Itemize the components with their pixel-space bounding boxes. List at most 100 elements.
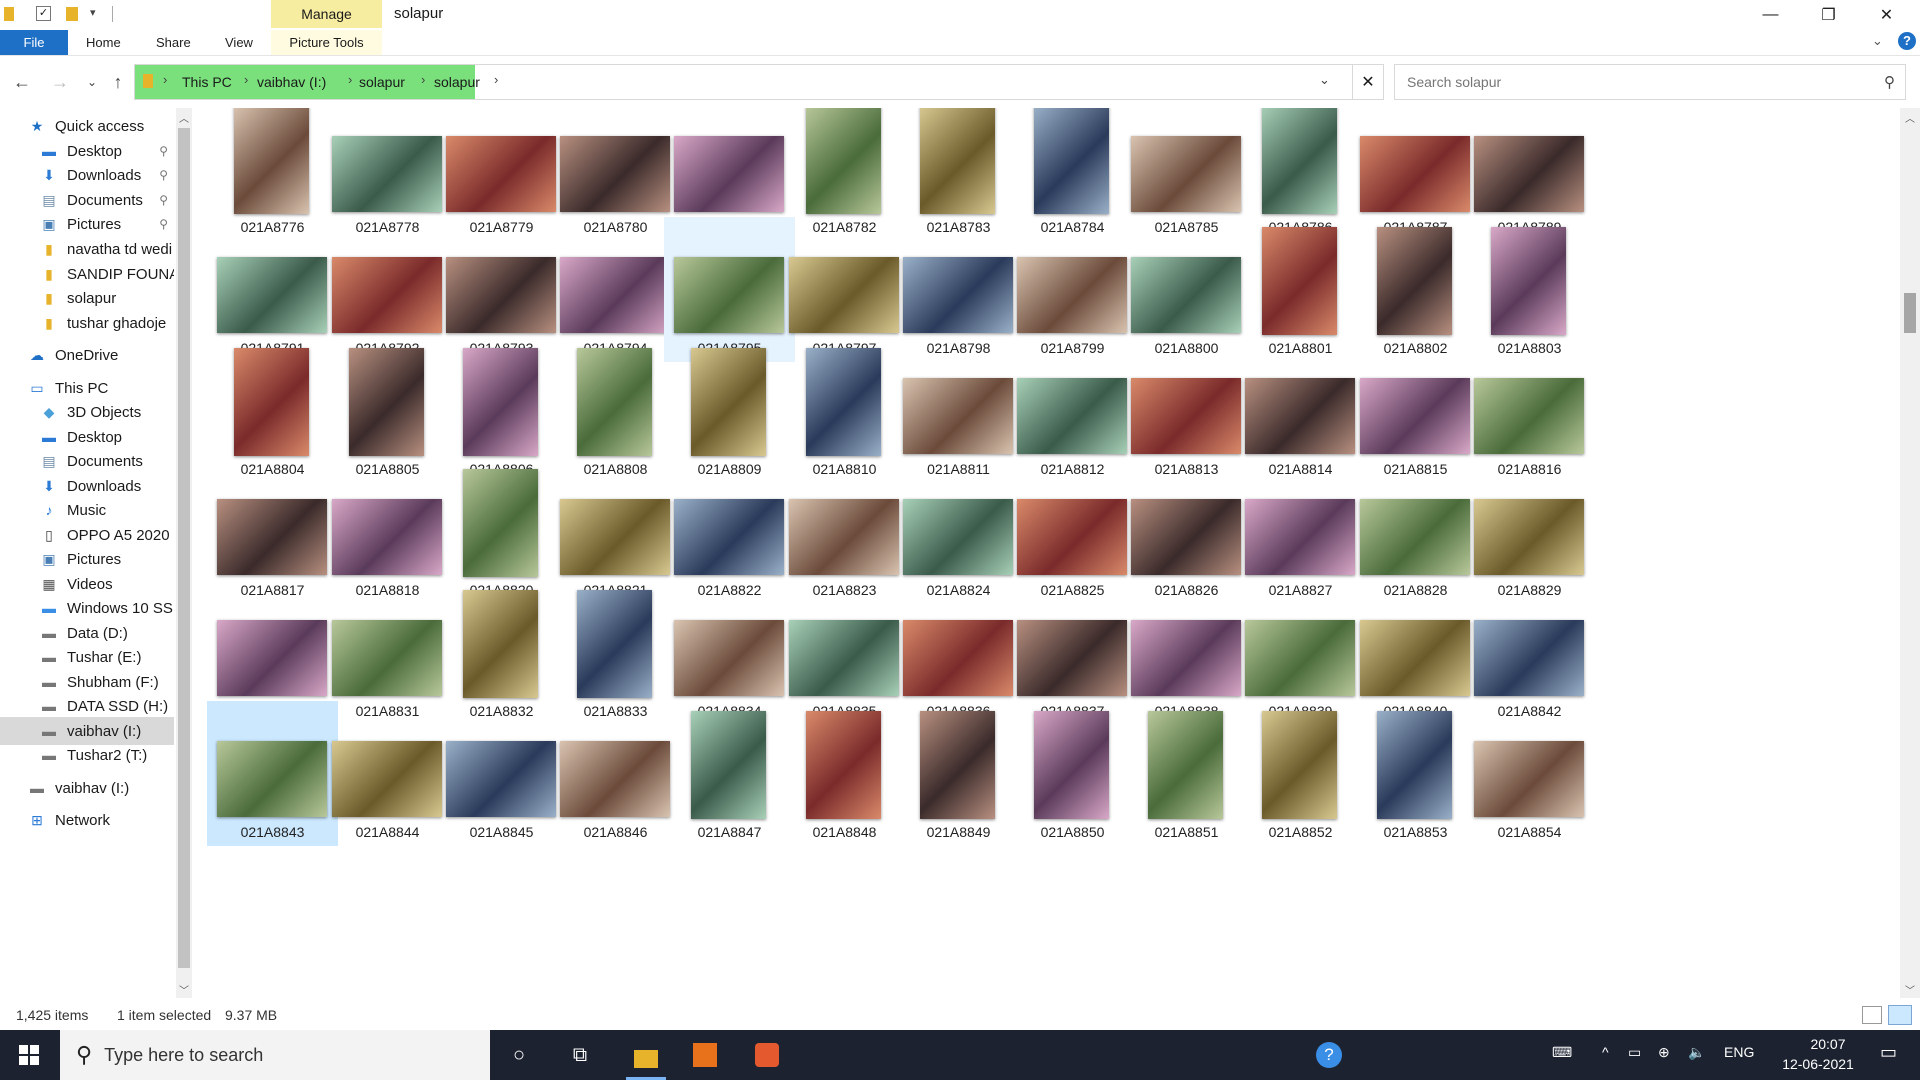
breadcrumb-solapur-current[interactable]: solapur — [434, 74, 480, 90]
chevron-up-icon[interactable]: ︿ — [1905, 110, 1915, 125]
help-icon[interactable]: ? — [1898, 32, 1916, 50]
tab-picture-tools[interactable]: Picture Tools — [271, 30, 382, 55]
sidebar-item[interactable]: ▮ tushar ghadoje — [0, 309, 174, 337]
image-thumbnail — [217, 741, 327, 817]
sidebar-item-label: Downloads — [67, 477, 142, 495]
help-app-icon[interactable]: ? — [1314, 1040, 1344, 1070]
notifications-icon[interactable]: ▭ — [1880, 1042, 1897, 1063]
file-item[interactable]: 021A8851 — [1121, 701, 1252, 846]
sidebar-item[interactable]: ▣ Pictures — [0, 545, 174, 573]
recent-locations-button[interactable]: ⌄ — [78, 68, 106, 96]
file-item[interactable]: 021A8854 — [1464, 701, 1595, 846]
properties-icon[interactable]: ✓ — [36, 6, 51, 21]
network-icon[interactable]: ⊕ — [1658, 1044, 1670, 1061]
back-button[interactable]: ← — [8, 68, 36, 96]
volume-icon[interactable]: 🔈 — [1688, 1044, 1705, 1061]
taskbar-search[interactable]: ⚲ Type here to search — [60, 1030, 490, 1080]
image-thumbnail — [1491, 227, 1566, 335]
language-indicator[interactable]: ENG — [1724, 1044, 1754, 1060]
details-view-icon[interactable] — [1862, 1006, 1882, 1024]
image-thumbnail — [1017, 257, 1127, 333]
sidebar-item[interactable]: ▮ solapur — [0, 284, 174, 312]
close-button[interactable]: ✕ — [1858, 0, 1915, 30]
search-input[interactable] — [1405, 73, 1859, 91]
sidebar-item[interactable]: ▬ vaibhav (I:) — [0, 774, 174, 802]
clear-address-button[interactable]: ✕ — [1352, 64, 1384, 100]
tab-share[interactable]: Share — [156, 30, 191, 55]
folder-icon: ▮ — [45, 289, 53, 306]
sidebar-item[interactable]: ♪ Music — [0, 496, 174, 524]
search-icon: ⚲ — [76, 1042, 93, 1067]
breadcrumb-this-pc[interactable]: This PC — [182, 74, 232, 90]
chevron-down-icon[interactable]: ﹀ — [1905, 982, 1915, 997]
file-explorer-taskbar-icon[interactable] — [626, 1040, 666, 1080]
file-item[interactable]: 021A8843 — [207, 701, 338, 846]
sidebar-item[interactable]: ▬ DATA SSD (H:) — [0, 692, 174, 720]
clock-date[interactable]: 12-06-2021 — [1768, 1056, 1868, 1072]
forward-button[interactable]: → — [46, 68, 74, 96]
clock-time[interactable]: 20:07 — [1788, 1036, 1868, 1052]
task-view-icon[interactable]: ⧉ — [565, 1040, 595, 1070]
file-item[interactable]: 021A8847 — [664, 701, 795, 846]
file-item[interactable]: 021A8849 — [893, 701, 1024, 846]
sidebar-item[interactable]: ▤ Documents — [0, 447, 174, 475]
new-folder-icon[interactable] — [66, 7, 78, 21]
file-item[interactable]: 021A8850 — [1007, 701, 1138, 846]
image-thumbnail — [560, 257, 670, 333]
sidebar-item-label: Pictures — [67, 215, 122, 233]
file-name: 021A8843 — [240, 824, 305, 840]
search-box[interactable]: ⚲ — [1394, 64, 1906, 100]
chevron-right-icon[interactable]: › — [494, 72, 498, 87]
file-item[interactable]: 021A8846 — [550, 701, 681, 846]
battery-icon[interactable]: ▭ — [1628, 1044, 1641, 1061]
chevron-up-icon[interactable]: ︿ — [179, 110, 189, 125]
app-taskbar-icon[interactable] — [752, 1040, 782, 1070]
show-hidden-icons-icon[interactable]: ^ — [1602, 1044, 1609, 1060]
sidebar-item[interactable]: ▬ Tushar2 (T:) — [0, 741, 174, 769]
sidebar-item[interactable]: ▬ Tushar (E:) — [0, 643, 174, 671]
up-button[interactable]: ↑ — [104, 68, 132, 96]
sidebar-item[interactable]: ▮ navatha td wedi — [0, 235, 174, 263]
tab-view[interactable]: View — [225, 30, 253, 55]
minimize-button[interactable]: — — [1742, 0, 1799, 30]
documents-icon: ▤ — [42, 452, 56, 469]
sidebar-item[interactable]: ▣ Pictures ⚲ — [0, 210, 174, 238]
chevron-down-icon[interactable]: ⌄ — [1319, 72, 1330, 88]
address-bar[interactable]: › This PC › vaibhav (I:) › solapur › sol… — [134, 64, 1384, 100]
sidebar-item[interactable]: ◆ 3D Objects — [0, 398, 174, 426]
sidebar-item[interactable]: ⬇ Downloads ⚲ — [0, 161, 174, 189]
file-name: 021A8845 — [469, 824, 534, 840]
search-icon[interactable]: ⚲ — [1884, 73, 1895, 91]
folder-icon[interactable] — [4, 7, 14, 21]
file-item[interactable]: 021A8853 — [1350, 701, 1481, 846]
cortana-icon[interactable]: ○ — [504, 1040, 534, 1070]
scrollbar-thumb[interactable] — [1904, 293, 1916, 333]
tab-home[interactable]: Home — [86, 30, 121, 55]
file-tab[interactable]: File — [0, 30, 68, 55]
file-grid-scrollbar[interactable]: ︿ ﹀ — [1900, 108, 1920, 998]
image-thumbnail — [1474, 741, 1584, 817]
keyboard-icon[interactable]: ⌨ — [1552, 1044, 1572, 1061]
breadcrumb-drive[interactable]: vaibhav (I:) — [257, 74, 326, 90]
breadcrumb-solapur[interactable]: solapur — [359, 74, 405, 90]
customize-toolbar-icon[interactable]: ▾ — [90, 6, 106, 22]
scrollbar-thumb[interactable] — [178, 128, 190, 968]
expand-ribbon-icon[interactable]: ⌄ — [1872, 33, 1883, 49]
large-icons-view-icon[interactable] — [1888, 1005, 1912, 1025]
start-button[interactable] — [14, 1040, 44, 1070]
manage-tab[interactable]: Manage — [271, 0, 382, 28]
file-item[interactable]: 021A8845 — [436, 701, 567, 846]
navigation-pane-scrollbar[interactable]: ︿ ﹀ — [176, 108, 192, 998]
chevron-down-icon[interactable]: ﹀ — [179, 982, 189, 997]
image-thumbnail — [1245, 620, 1355, 696]
sidebar-item[interactable]: ⊞ Network — [0, 806, 174, 834]
sidebar-item[interactable]: ★ Quick access — [0, 112, 174, 140]
sidebar-item[interactable]: ▬ Windows 10 SSD — [0, 594, 174, 622]
app-taskbar-icon[interactable] — [690, 1040, 720, 1070]
sidebar-item[interactable]: ☁ OneDrive — [0, 341, 174, 369]
file-item[interactable]: 021A8844 — [322, 701, 453, 846]
image-thumbnail — [1262, 108, 1337, 214]
maximize-button[interactable]: ❐ — [1800, 0, 1857, 30]
file-item[interactable]: 021A8852 — [1235, 701, 1366, 846]
file-item[interactable]: 021A8848 — [779, 701, 910, 846]
